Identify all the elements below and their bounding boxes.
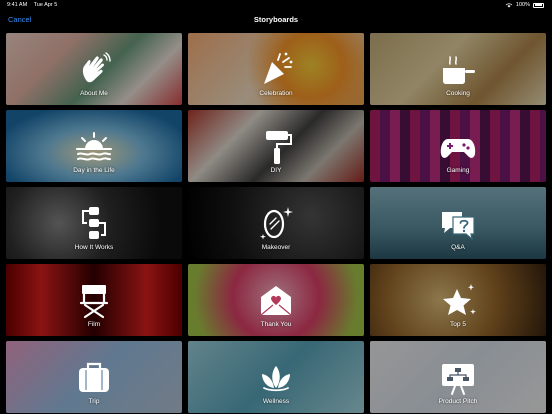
star-icon	[443, 284, 476, 315]
tile-label: Trip	[88, 398, 100, 405]
tile-label: About Me	[80, 90, 108, 97]
tile-label: Wellness	[262, 398, 290, 405]
tile-label: Day in the Life	[73, 167, 115, 174]
tile-label: Film	[87, 321, 101, 328]
storyboard-tile-cooking[interactable]: Cooking	[370, 33, 546, 105]
heart-envelope-icon	[260, 286, 292, 316]
storyboard-tile-wellness[interactable]: Wellness	[188, 341, 364, 413]
battery-icon	[533, 2, 544, 8]
storyboard-tile-diy[interactable]: DIY	[188, 110, 364, 182]
storyboard-tile-gaming[interactable]: Gaming	[370, 110, 546, 182]
storyboard-tile-trip[interactable]: Trip	[6, 341, 182, 413]
sunrise-icon	[76, 132, 112, 161]
directors-chair-icon	[79, 285, 109, 319]
storyboard-grid: About Me Celebration Cooking Day in the …	[6, 33, 547, 413]
storyboard-tile-celebration[interactable]: Celebration	[188, 33, 364, 105]
storyboard-tile-qa[interactable]: Q&A	[370, 187, 546, 259]
storyboard-tile-film[interactable]: Film	[6, 264, 182, 336]
tile-label: Top 5	[450, 321, 466, 328]
suitcase-icon	[79, 362, 109, 392]
storyboard-tile-makeover[interactable]: Makeover	[188, 187, 364, 259]
tile-label: Q&A	[451, 244, 465, 251]
tile-label: Cooking	[446, 90, 470, 97]
battery-percent: 100%	[515, 2, 530, 8]
status-date: Tue Apr 5	[33, 2, 58, 8]
status-time: 9:41 AM	[7, 2, 28, 8]
tile-label: Thank You	[260, 321, 292, 328]
tile-label: Product Pitch	[438, 398, 478, 405]
flowchart-icon	[82, 207, 106, 239]
game-controller-icon	[440, 139, 476, 158]
cooking-pot-icon	[443, 56, 475, 84]
tile-label: How It Works	[74, 244, 114, 251]
waving-hand-icon	[82, 52, 111, 83]
wifi-icon	[505, 2, 513, 7]
question-bubbles-icon	[442, 212, 475, 241]
storyboard-tile-thank-you[interactable]: Thank You	[188, 264, 364, 336]
storyboard-tile-top-5[interactable]: Top 5	[370, 264, 546, 336]
storyboard-tile-how-it-works[interactable]: How It Works	[6, 187, 182, 259]
navigation-bar: Cancel Storyboards	[0, 10, 552, 30]
storyboard-tile-day-in-the-life[interactable]: Day in the Life	[6, 110, 182, 182]
tile-label: Makeover	[261, 244, 291, 251]
presentation-chart-icon	[442, 364, 474, 395]
storyboard-tile-product-pitch[interactable]: Product Pitch	[370, 341, 546, 413]
status-bar: 9:41 AM Tue Apr 5 100%	[0, 0, 552, 10]
paint-roller-icon	[266, 131, 292, 164]
tile-label: DIY	[270, 167, 282, 174]
storyboard-tile-about-me[interactable]: About Me	[6, 33, 182, 105]
page-title: Storyboards	[253, 15, 299, 24]
tile-label: Gaming	[446, 167, 470, 174]
lotus-icon	[262, 366, 290, 392]
mirror-icon	[260, 207, 293, 240]
party-popper-icon	[264, 52, 293, 84]
tile-label: Celebration	[259, 90, 293, 97]
